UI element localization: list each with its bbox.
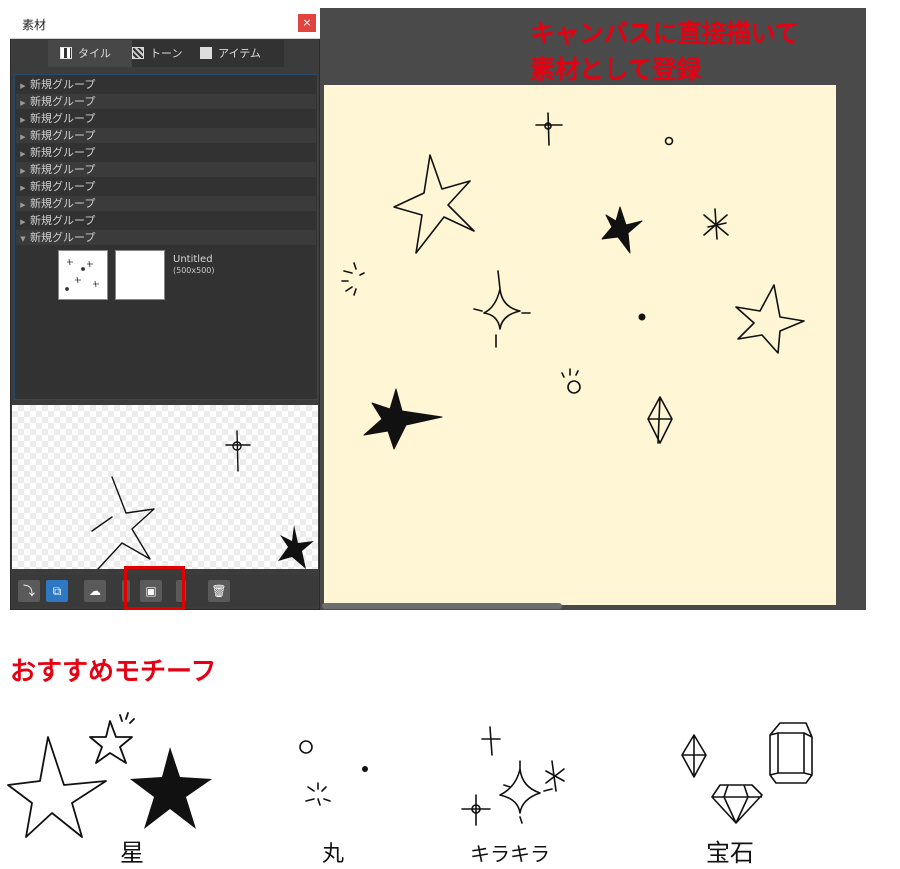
highlight-box [124,566,185,610]
tab-tone-label: トーン [150,47,183,60]
material-tree: ▶ 新規グループ ▶ 新規グループ ▶ 新規グループ ▶ 新規グループ ▶ 新規グループ … [14,74,318,400]
tab-item-label: アイテム [218,47,261,60]
annotation-line2: 素材として登録 [530,55,701,84]
tree-group-item-expanded[interactable]: ▼ 新規グループ [16,230,316,245]
tree-group-label: 新規グループ [30,95,96,108]
tone-icon [132,47,144,59]
expand-arrow-icon[interactable]: ▶ [16,147,30,162]
annotation-callout: キャンバスに直接描いて 素材として登録 [530,16,890,88]
material-tabs: タイル トーン アイテム [48,40,284,67]
tab-tile-label: タイル [78,47,111,60]
material-preview [12,405,318,569]
motif-heading: おすすめモチーフ [10,657,217,687]
tree-group-label: 新規グループ [30,112,96,125]
tree-group-item[interactable]: ▶ 新規グループ [16,111,316,126]
caption-star: 星 [120,839,144,867]
tree-group-label: 新規グループ [30,146,96,159]
expand-arrow-icon[interactable]: ▶ [16,215,30,230]
caption-sparkle: キラキラ [470,842,550,866]
panel-titlebar[interactable]: 素材 × [10,8,320,39]
expand-arrow-icon[interactable]: ▶ [16,130,30,145]
paste-to-canvas-icon[interactable]: ⤵ [18,580,40,602]
circle-motif-icon [299,740,331,806]
tree-group-label: 新規グループ [30,231,96,244]
sparkle-thumbnail-icon [65,258,99,291]
tree-group-label: 新規グループ [30,180,96,193]
trash-icon[interactable]: 🗑 [208,580,230,602]
tree-group-label: 新規グループ [30,129,96,142]
horizontal-scrollbar[interactable] [322,603,562,609]
tree-group-item[interactable]: ▶ 新規グループ [16,94,316,109]
canvas-drawing [341,112,805,450]
star-motif-icon [7,712,135,838]
close-button[interactable]: × [298,14,316,32]
gem-motif-icon [681,722,813,824]
sparkle-motif-icon [461,726,565,826]
tree-group-label: 新規グループ [30,78,96,91]
expand-arrow-icon[interactable]: ▶ [16,164,30,179]
tree-group-item[interactable]: ▶ 新規グループ [16,145,316,160]
material-size: (500x500) [173,266,215,275]
motif-drawings: 星 丸 キラキラ 宝石 [7,712,813,867]
caption-circle: 丸 [322,842,344,867]
preview-drawing [91,430,314,569]
tree-group-item[interactable]: ▶ 新規グループ [16,162,316,177]
cloud-upload-icon[interactable]: ☁ [84,580,106,602]
annotation-line1: キャンバスに直接描いて [530,19,799,48]
expand-arrow-icon[interactable]: ▶ [16,181,30,196]
set-as-material-icon[interactable]: ⧉ [46,580,68,602]
checker-icon [60,47,72,59]
tree-group-item[interactable]: ▶ 新規グループ [16,179,316,194]
tab-tile[interactable]: タイル [48,40,132,67]
tab-item[interactable]: アイテム [200,40,284,67]
expand-arrow-icon[interactable]: ▶ [16,113,30,128]
tab-tone[interactable]: トーン [132,40,196,67]
expand-arrow-icon[interactable]: ▶ [16,96,30,111]
tree-group-item[interactable]: ▶ 新規グループ [16,213,316,228]
material-thumbnail-blank[interactable] [115,250,165,300]
expand-arrow-icon[interactable]: ▶ [16,198,30,213]
expand-arrow-icon[interactable]: ▶ [16,79,30,94]
image-icon [200,47,212,59]
tree-group-item[interactable]: ▶ 新規グループ [16,196,316,211]
filled-star-icon [130,747,212,829]
motif-examples: 星 丸 キラキラ 宝石 [0,705,900,869]
tree-group-item[interactable]: ▶ 新規グループ [16,128,316,143]
tree-group-label: 新規グループ [30,197,96,210]
drawing-canvas[interactable] [324,85,836,605]
collapse-arrow-icon[interactable]: ▼ [16,232,30,247]
panel-title: 素材 [22,18,47,32]
material-thumbnail[interactable] [58,250,108,300]
tree-group-label: 新規グループ [30,214,96,227]
tree-group-item[interactable]: ▶ 新規グループ [16,77,316,92]
tree-group-label: 新規グループ [30,163,96,176]
caption-gem: 宝石 [706,839,754,867]
material-name: Untitled [173,254,213,265]
